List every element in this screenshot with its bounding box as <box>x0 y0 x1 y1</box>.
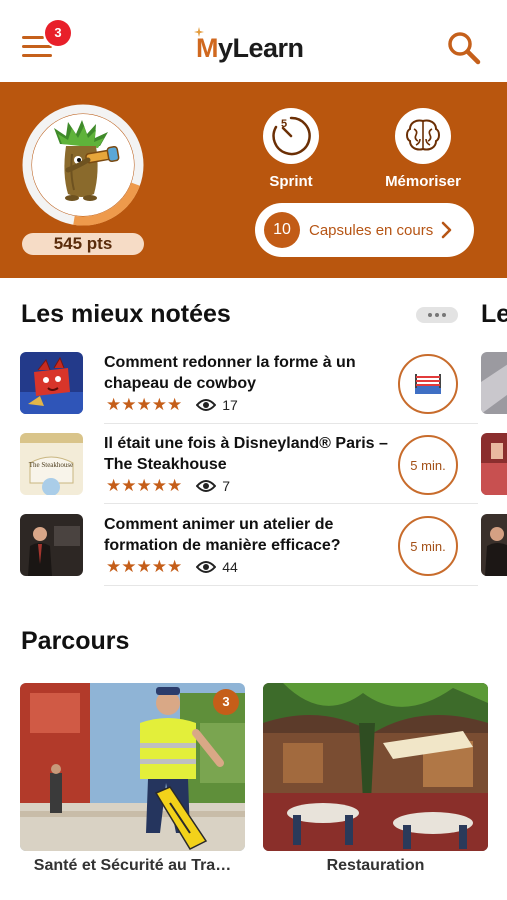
course-count-badge: 3 <box>213 689 239 715</box>
more-dot <box>428 313 432 317</box>
list-item[interactable]: The Steakhouse Il était une fois à Disne… <box>20 433 460 499</box>
memorize-button[interactable]: Mémoriser <box>368 108 478 190</box>
capsule-title: Il était une fois à Disneyland® Paris – … <box>104 435 388 473</box>
more-dot <box>442 313 446 317</box>
view-count-value: 7 <box>222 478 230 494</box>
capsule-title: Comment animer un atelier de formation d… <box>104 516 341 554</box>
svg-text:5: 5 <box>281 118 287 130</box>
capsules-label: Capsules en cours <box>309 221 434 239</box>
brain-icon <box>406 119 440 151</box>
sparkle-icon <box>194 27 204 37</box>
course-title: Santé et Sécurité au Tra… <box>33 857 232 874</box>
app-logo: MyLearn <box>194 27 304 66</box>
logo-text: yLearn <box>218 32 304 63</box>
list-item[interactable]: Comment animer un atelier de formation d… <box>20 514 460 580</box>
sprint-label: Sprint <box>269 173 313 190</box>
more-dot <box>435 313 439 317</box>
top-bar: 3 MyLearn <box>0 0 507 82</box>
memorize-label: Mémoriser <box>385 173 461 190</box>
course-image <box>20 683 245 851</box>
parcours-title: Parcours <box>21 627 130 655</box>
capsule-thumbnail <box>20 514 83 576</box>
notification-badge[interactable]: 3 <box>45 20 71 46</box>
next-list-thumbnail[interactable] <box>481 352 507 414</box>
avatar[interactable] <box>22 104 144 226</box>
capsule-meta: ★★★★★ 17 <box>106 396 238 414</box>
sprint-circle: 5 <box>263 108 319 164</box>
eye-icon <box>196 480 217 492</box>
divider <box>104 423 478 424</box>
mascot-image <box>32 114 134 216</box>
rating-stars: ★★★★★ <box>106 557 183 576</box>
thumbnail-caption: The Steakhouse <box>29 461 74 469</box>
eye-icon <box>196 561 217 573</box>
view-count: 17 <box>196 397 238 413</box>
capsule-thumbnail: The Steakhouse <box>20 433 83 495</box>
next-section-title[interactable]: Le <box>481 300 507 329</box>
duration-badge: 5 min. <box>398 516 458 576</box>
rating-stars: ★★★★★ <box>106 395 183 414</box>
profile-banner: 545 pts 5 Sprint Mémoriser 10 Capsules e… <box>0 82 507 278</box>
course-title: Restauration <box>326 857 425 874</box>
capsule-meta: ★★★★★ 44 <box>106 558 238 576</box>
divider <box>104 503 478 504</box>
capsules-count: 10 <box>264 212 300 248</box>
course-image <box>263 683 488 851</box>
best-rated-title: Les mieux notées <box>21 300 231 328</box>
boxing-ring-icon <box>415 374 441 394</box>
capsule-meta: ★★★★★ 7 <box>106 477 230 495</box>
course-card-health-safety[interactable] <box>20 683 245 851</box>
points-badge: 545 pts <box>22 233 144 255</box>
next-list-thumbnail[interactable] <box>481 433 507 495</box>
capsule-title: Comment redonner la forme à un chapeau d… <box>104 354 356 392</box>
chevron-right-icon <box>441 221 452 239</box>
capsule-type-badge <box>398 354 458 414</box>
rating-stars: ★★★★★ <box>106 476 183 495</box>
course-card-restauration[interactable] <box>263 683 488 851</box>
memorize-circle <box>395 108 451 164</box>
capsule-thumbnail <box>20 352 83 414</box>
search-button[interactable] <box>446 30 482 66</box>
divider <box>104 585 478 586</box>
logo-letter-m: M <box>196 32 219 63</box>
next-list-thumbnail[interactable] <box>481 514 507 576</box>
search-icon <box>448 32 481 65</box>
list-item[interactable]: Comment redonner la forme à un chapeau d… <box>20 352 460 418</box>
view-count-value: 17 <box>222 397 238 413</box>
more-options-button[interactable] <box>416 307 458 323</box>
capsules-in-progress-button[interactable]: 10 Capsules en cours <box>255 203 474 257</box>
view-count-value: 44 <box>222 559 238 575</box>
timer-icon: 5 <box>272 116 311 156</box>
view-count: 7 <box>196 478 230 494</box>
duration-badge: 5 min. <box>398 435 458 495</box>
eye-icon <box>196 399 217 411</box>
view-count: 44 <box>196 559 238 575</box>
sprint-button[interactable]: 5 Sprint <box>236 108 346 190</box>
